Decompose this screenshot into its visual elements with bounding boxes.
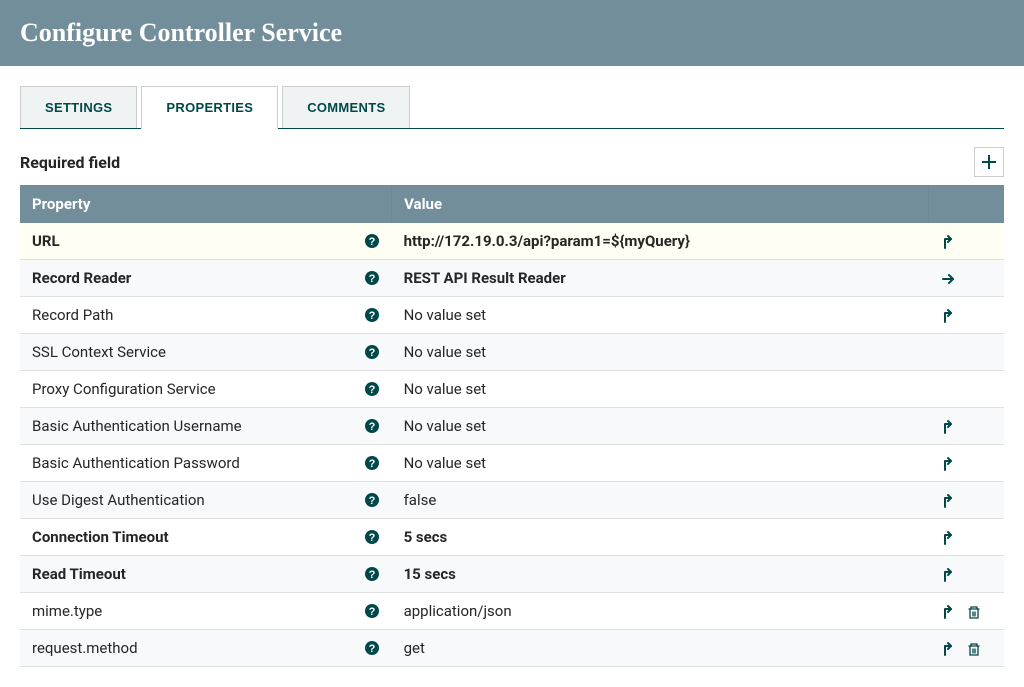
actions-cell [929,408,1004,445]
dialog-body: SETTINGS PROPERTIES COMMENTS Required fi… [0,66,1024,687]
help-icon[interactable] [364,233,380,249]
arrow-right-icon[interactable] [941,271,957,287]
table-row[interactable]: URL http://172.19.0.3/api?param1=${myQuer… [20,223,1004,260]
property-name-cell: Connection Timeout [20,519,392,556]
tab-settings[interactable]: SETTINGS [20,86,137,128]
table-row[interactable]: Record Path No value set [20,297,1004,334]
properties-toolbar: Required field [20,147,1004,177]
property-name-cell: Read Timeout [20,556,392,593]
table-row[interactable]: Connection Timeout 5 secs [20,519,1004,556]
actions-cell [929,334,1004,371]
property-name-cell: Record Path [20,297,392,334]
actions-cell [929,593,1004,630]
actions-cell [929,371,1004,408]
property-name-cell: Basic Authentication Password [20,445,392,482]
property-value-cell[interactable]: No value set [392,408,929,445]
actions-cell [929,519,1004,556]
goto-icon[interactable] [941,530,956,546]
actions-cell [929,297,1004,334]
col-header-property: Property [20,185,392,223]
dialog-title: Configure Controller Service [20,18,1004,48]
table-row[interactable]: Record Reader REST API Result Reader [20,260,1004,297]
col-header-actions [929,185,1004,223]
help-icon[interactable] [364,344,380,360]
property-name-cell: mime.type [20,593,392,630]
actions-cell [929,223,1004,260]
property-value-cell[interactable]: No value set [392,371,929,408]
required-field-label: Required field [20,153,120,172]
actions-cell [929,445,1004,482]
property-name: Connection Timeout [32,528,169,546]
table-row[interactable]: SSL Context Service No value set [20,334,1004,371]
col-header-value: Value [392,185,929,223]
help-icon[interactable] [364,307,380,323]
table-row[interactable]: Proxy Configuration Service No value set [20,371,1004,408]
property-name: mime.type [32,602,102,620]
table-row[interactable]: mime.type application/json [20,593,1004,630]
goto-icon[interactable] [941,567,956,583]
property-name-cell: request.method [20,630,392,667]
goto-icon[interactable] [941,419,956,435]
goto-icon[interactable] [941,234,956,250]
property-value-cell[interactable]: No value set [392,445,929,482]
property-value-cell[interactable]: http://172.19.0.3/api?param1=${myQuery} [392,223,929,260]
help-icon[interactable] [364,640,380,656]
trash-icon[interactable] [966,641,982,657]
help-icon[interactable] [364,455,380,471]
goto-icon[interactable] [941,308,956,324]
help-icon[interactable] [364,566,380,582]
property-value-cell[interactable]: No value set [392,297,929,334]
properties-table: Property Value URL http://172.19.0.3/api?… [20,185,1004,667]
actions-cell [929,482,1004,519]
table-row[interactable]: request.method get [20,630,1004,667]
property-name: SSL Context Service [32,343,166,361]
property-name: Basic Authentication Username [32,417,242,435]
tab-properties[interactable]: PROPERTIES [141,86,278,129]
property-name-cell: Use Digest Authentication [20,482,392,519]
property-value-cell[interactable]: No value set [392,334,929,371]
table-row[interactable]: Basic Authentication Password No value se… [20,445,1004,482]
goto-icon[interactable] [941,641,956,657]
property-value-cell[interactable]: 5 secs [392,519,929,556]
help-icon[interactable] [364,529,380,545]
actions-cell [929,260,1004,297]
tab-list: SETTINGS PROPERTIES COMMENTS [20,86,1004,129]
table-row[interactable]: Read Timeout 15 secs [20,556,1004,593]
help-icon[interactable] [364,492,380,508]
goto-icon[interactable] [941,604,956,620]
property-name: Basic Authentication Password [32,454,240,472]
actions-cell [929,630,1004,667]
goto-icon[interactable] [941,456,956,472]
property-name-cell: URL [20,223,392,260]
help-icon[interactable] [364,381,380,397]
property-value-cell[interactable]: false [392,482,929,519]
property-name: Read Timeout [32,565,126,583]
table-row[interactable]: Basic Authentication Username No value se… [20,408,1004,445]
property-value-cell[interactable]: application/json [392,593,929,630]
tab-comments[interactable]: COMMENTS [282,86,410,128]
property-name: Use Digest Authentication [32,491,205,509]
plus-icon [980,153,998,171]
property-name-cell: Proxy Configuration Service [20,371,392,408]
property-name: Proxy Configuration Service [32,380,216,398]
property-name-cell: Record Reader [20,260,392,297]
add-property-button[interactable] [974,147,1004,177]
property-name: request.method [32,639,138,657]
property-value-cell[interactable]: get [392,630,929,667]
help-icon[interactable] [364,418,380,434]
goto-icon[interactable] [941,493,956,509]
property-name-cell: SSL Context Service [20,334,392,371]
property-name-cell: Basic Authentication Username [20,408,392,445]
table-row[interactable]: Use Digest Authentication false [20,482,1004,519]
actions-cell [929,556,1004,593]
property-name: Record Path [32,306,113,324]
dialog-header: Configure Controller Service [0,0,1024,66]
property-name: URL [32,232,60,250]
help-icon[interactable] [364,603,380,619]
trash-icon[interactable] [966,604,982,620]
help-icon[interactable] [364,270,380,286]
property-value-cell[interactable]: REST API Result Reader [392,260,929,297]
property-name: Record Reader [32,269,131,287]
property-value-cell[interactable]: 15 secs [392,556,929,593]
